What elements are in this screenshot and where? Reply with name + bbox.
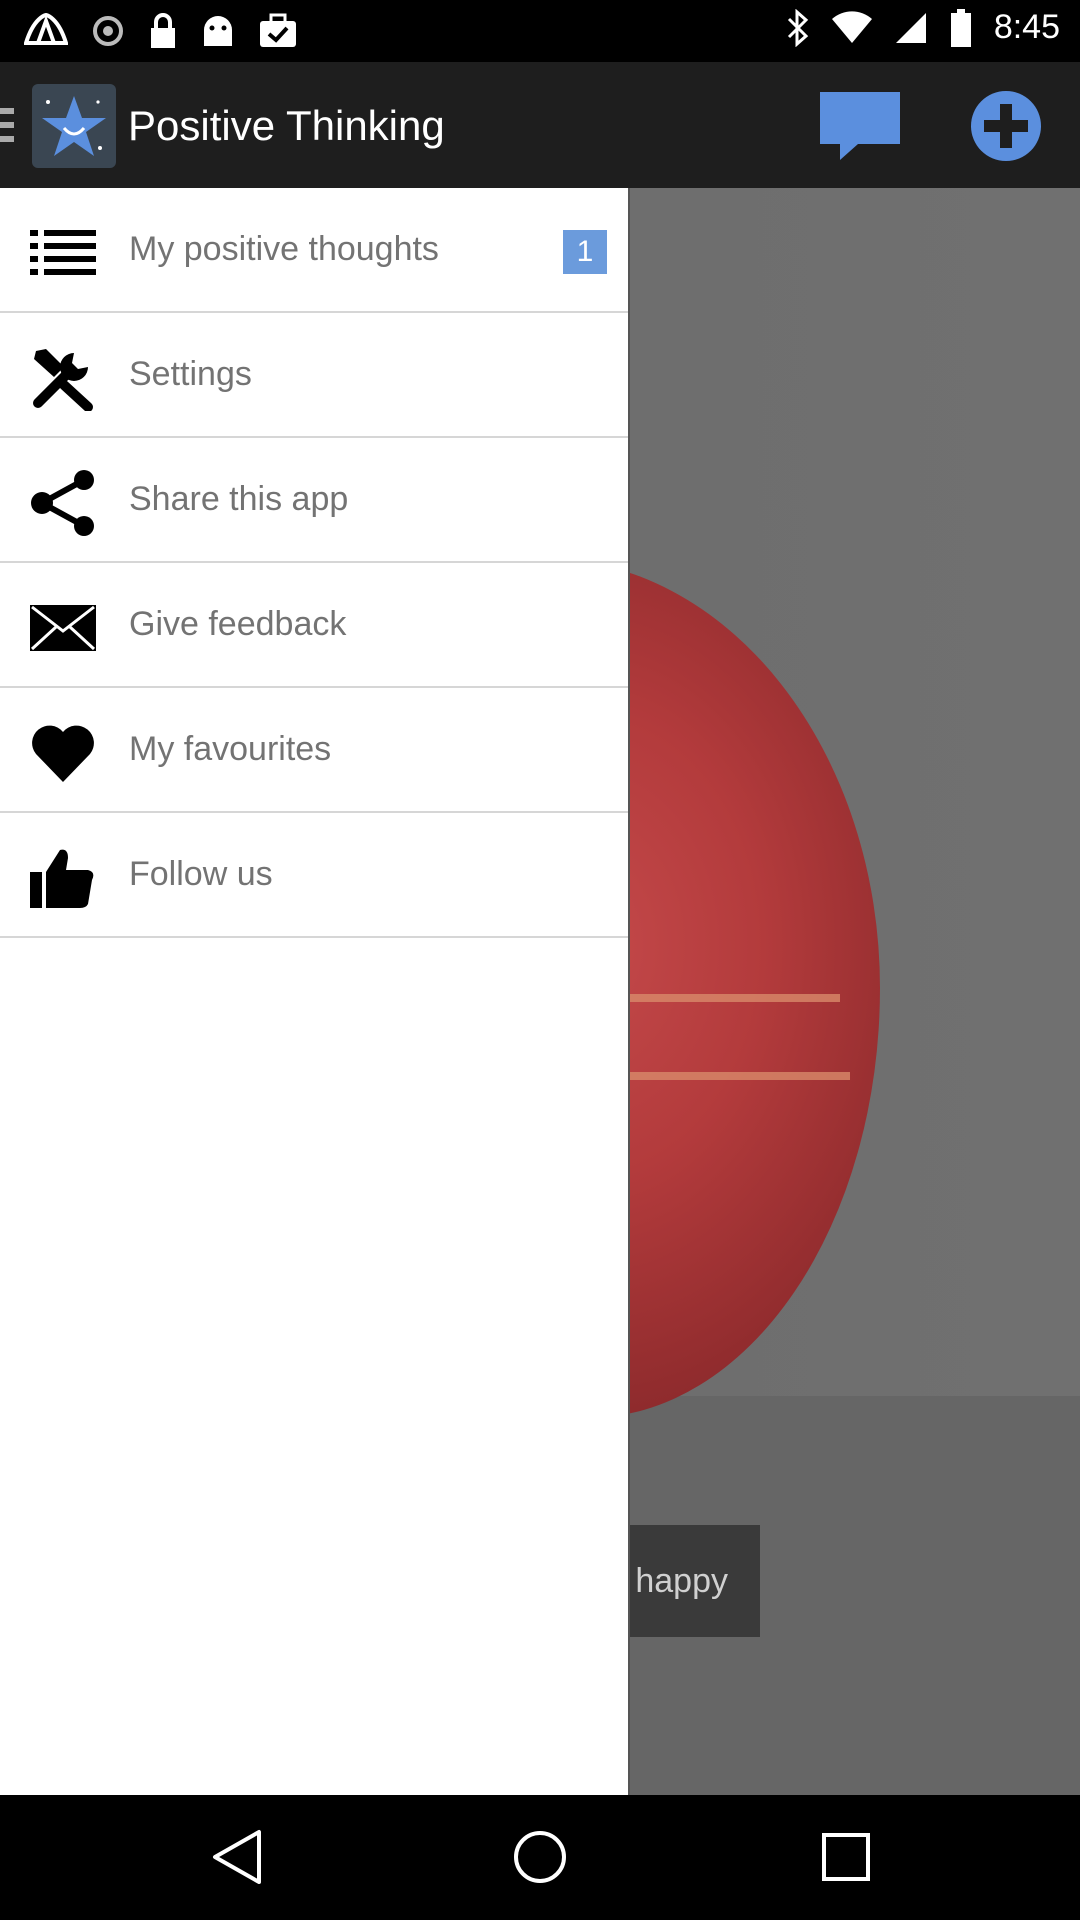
heart-icon xyxy=(28,718,98,788)
menu-icon[interactable] xyxy=(0,108,14,142)
drawer-item-give-feedback[interactable]: Give feedback xyxy=(0,563,628,688)
lock-icon xyxy=(151,13,175,48)
share-icon xyxy=(28,468,98,538)
app-toolbar: Positive Thinking xyxy=(0,62,1080,188)
status-bar: 8:45 xyxy=(0,0,1080,62)
list-icon xyxy=(28,218,98,288)
drawer-item-settings[interactable]: Settings xyxy=(0,313,628,438)
home-icon[interactable] xyxy=(508,1825,572,1889)
bluetooth-icon xyxy=(787,8,808,47)
apple-slice-line xyxy=(600,1072,850,1080)
app-notification-icon xyxy=(24,13,68,45)
status-icons-left xyxy=(24,12,298,50)
back-icon[interactable] xyxy=(204,1825,268,1889)
app-title: Positive Thinking xyxy=(128,102,445,149)
drawer-item-label: My favourites xyxy=(129,730,332,768)
system-nav-bar xyxy=(0,1795,1080,1920)
drawer-item-my-favourites[interactable]: My favourites xyxy=(0,688,628,813)
count-badge: 1 xyxy=(563,230,607,274)
thought-button-label: happy xyxy=(635,1561,728,1600)
drawer-item-follow-us[interactable]: Follow us xyxy=(0,813,628,938)
android-icon xyxy=(204,16,232,46)
drawer-item-label: Give feedback xyxy=(129,605,347,643)
clock: 8:45 xyxy=(993,8,1060,46)
star-logo-icon[interactable] xyxy=(32,84,116,168)
drawer-item-share-this-app[interactable]: Share this app xyxy=(0,438,628,563)
signal-icon xyxy=(895,12,926,43)
drawer-item-label: Share this app xyxy=(129,480,349,518)
task-icon xyxy=(260,13,296,47)
thumbs-up-icon xyxy=(28,843,98,913)
battery-icon xyxy=(950,8,971,47)
wifi-icon xyxy=(831,10,872,43)
add-icon[interactable] xyxy=(970,90,1042,162)
drawer-item-label: Follow us xyxy=(129,855,273,893)
apple-slice-line xyxy=(600,994,840,1002)
envelope-icon xyxy=(28,593,98,663)
sync-icon xyxy=(93,16,123,46)
navigation-drawer: My positive thoughts 1 Settings Share th… xyxy=(0,188,630,1795)
drawer-item-label: My positive thoughts xyxy=(129,230,439,268)
chat-icon[interactable] xyxy=(818,90,902,162)
drawer-item-label: Settings xyxy=(129,355,252,393)
tools-icon xyxy=(28,343,98,413)
recents-icon[interactable] xyxy=(814,1825,878,1889)
drawer-item-my-positive-thoughts[interactable]: My positive thoughts 1 xyxy=(0,188,628,313)
status-icons-right: 8:45 xyxy=(786,8,1060,47)
